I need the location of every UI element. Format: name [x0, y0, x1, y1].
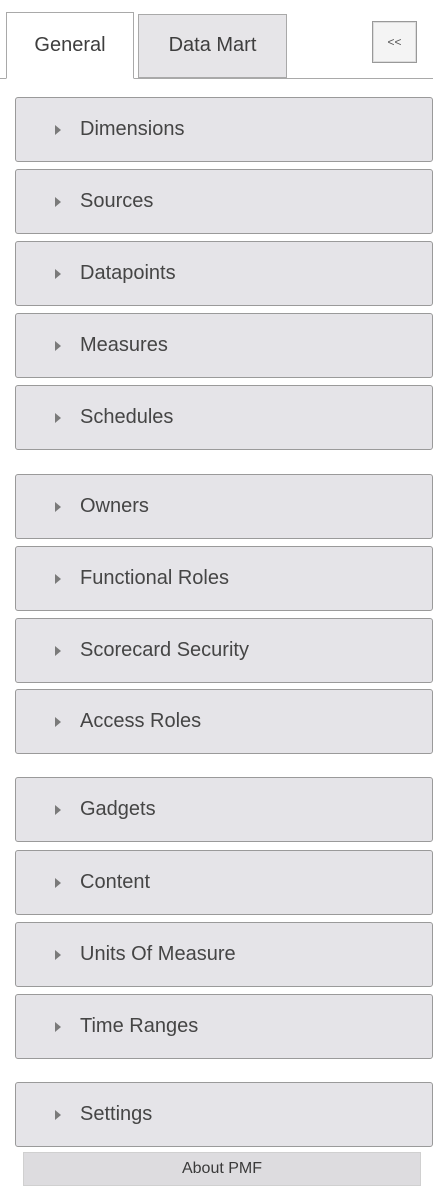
- accordion-item-units-of-measure[interactable]: Units Of Measure: [15, 922, 433, 987]
- accordion-item-label: Functional Roles: [80, 567, 229, 589]
- accordion-item-label: Schedules: [80, 406, 174, 428]
- accordion-item-label: Dimensions: [80, 118, 185, 140]
- accordion-item-time-ranges[interactable]: Time Ranges: [15, 994, 433, 1059]
- accordion-item-label: Settings: [80, 1103, 153, 1125]
- accordion-item-datapoints[interactable]: Datapoints: [15, 241, 433, 306]
- accordion-item-label: Content: [80, 871, 151, 893]
- accordion-item-label: Measures: [80, 334, 168, 356]
- caret-right-icon: [55, 573, 61, 584]
- collapse-button-label: <<: [387, 35, 402, 49]
- accordion-item-label: Units Of Measure: [80, 943, 236, 965]
- accordion-item-settings[interactable]: Settings: [15, 1082, 433, 1147]
- accordion-item-gadgets[interactable]: Gadgets: [15, 777, 433, 842]
- accordion-item-label: Owners: [80, 495, 149, 517]
- caret-right-icon: [55, 268, 61, 279]
- caret-right-icon: [55, 196, 61, 207]
- accordion-item-label: Access Roles: [80, 710, 202, 732]
- caret-right-icon: [55, 340, 61, 351]
- accordion-item-schedules[interactable]: Schedules: [15, 385, 433, 450]
- accordion-item-dimensions[interactable]: Dimensions: [15, 97, 433, 162]
- tab-data-mart[interactable]: Data Mart: [138, 14, 287, 78]
- caret-right-icon: [55, 412, 61, 423]
- accordion-item-access-roles[interactable]: Access Roles: [15, 689, 433, 754]
- caret-right-icon: [55, 645, 61, 656]
- accordion-item-functional-roles[interactable]: Functional Roles: [15, 546, 433, 611]
- accordion-item-owners[interactable]: Owners: [15, 474, 433, 539]
- accordion-item-label: Datapoints: [80, 262, 176, 284]
- caret-right-icon: [55, 877, 61, 888]
- tab-general[interactable]: General: [6, 12, 134, 79]
- caret-right-icon: [55, 1021, 61, 1032]
- accordion-item-measures[interactable]: Measures: [15, 313, 433, 378]
- caret-right-icon: [55, 1109, 61, 1120]
- caret-right-icon: [55, 804, 61, 815]
- tab-bar: General Data Mart <<: [0, 0, 433, 80]
- collapse-panel-button[interactable]: <<: [372, 21, 417, 63]
- accordion-item-scorecard-security[interactable]: Scorecard Security: [15, 618, 433, 683]
- about-pmf-button[interactable]: About PMF: [23, 1152, 421, 1186]
- caret-right-icon: [55, 501, 61, 512]
- caret-right-icon: [55, 716, 61, 727]
- caret-right-icon: [55, 124, 61, 135]
- accordion-item-label: Gadgets: [80, 798, 156, 820]
- accordion-item-content[interactable]: Content: [15, 850, 433, 915]
- caret-right-icon: [55, 949, 61, 960]
- accordion-item-sources[interactable]: Sources: [15, 169, 433, 234]
- accordion-item-label: Sources: [80, 190, 154, 212]
- accordion-item-label: Time Ranges: [80, 1015, 199, 1037]
- accordion-item-label: Scorecard Security: [80, 639, 249, 661]
